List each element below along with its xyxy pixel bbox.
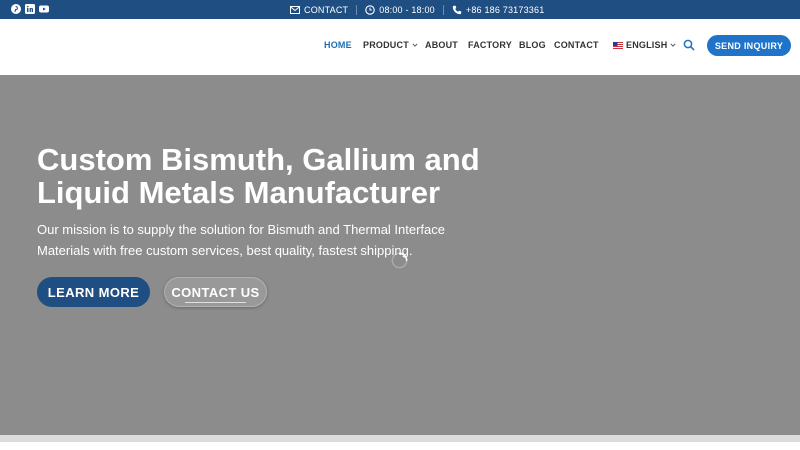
hero-banner: Custom Bismuth, Gallium and Liquid Metal…: [0, 75, 800, 435]
nav-item-about[interactable]: ABOUT: [425, 40, 458, 50]
opening-hours: 08:00 - 18:00: [365, 5, 435, 15]
search-icon[interactable]: [683, 39, 695, 51]
send-inquiry-button[interactable]: SEND INQUIRY: [707, 35, 791, 56]
button-underline: [185, 302, 246, 303]
divider: [356, 4, 358, 15]
nav-item-home[interactable]: HOME: [324, 40, 352, 50]
social-links: [11, 4, 49, 14]
linkedin-icon[interactable]: [25, 4, 35, 14]
pinterest-icon[interactable]: [11, 4, 21, 14]
mail-icon: [290, 5, 300, 14]
phone-link[interactable]: +86 186 73173361: [452, 5, 545, 15]
divider: [442, 4, 444, 15]
youtube-icon[interactable]: [39, 4, 49, 14]
nav-item-label: CONTACT: [554, 40, 599, 50]
nav-item-label: FACTORY: [468, 40, 512, 50]
nav-item-label: BLOG: [519, 40, 546, 50]
site-header: HOME PRODUCT ABOUT FACTORY BLOG CONTACT: [0, 19, 800, 75]
clock-icon: [365, 4, 375, 15]
top-contact-info: CONTACT 08:00 - 18:00 +86 186 73173361: [290, 0, 544, 19]
hero-subtitle: Our mission is to supply the solution fo…: [37, 222, 446, 258]
us-flag-icon: [613, 41, 623, 49]
contact-us-button[interactable]: CONTACT US: [164, 277, 267, 307]
nav-item-factory[interactable]: FACTORY: [468, 40, 512, 50]
phone-number: +86 186 73173361: [465, 4, 545, 15]
hero-title: Custom Bismuth, Gallium and Liquid Metal…: [37, 142, 480, 210]
language-switcher[interactable]: ENGLISH: [613, 40, 676, 50]
top-bar: CONTACT 08:00 - 18:00 +86 186 73173361: [0, 0, 800, 19]
hours-text: 08:00 - 18:00: [379, 4, 435, 15]
chevron-down-icon: [412, 43, 418, 47]
nav-item-label: PRODUCT: [363, 40, 409, 50]
language-label: ENGLISH: [626, 40, 668, 50]
chevron-down-icon: [670, 43, 676, 47]
loading-spinner-icon: [391, 252, 408, 269]
learn-more-button[interactable]: LEARN MORE: [37, 277, 150, 307]
section-divider: [0, 435, 800, 442]
contact-us-label: CONTACT US: [171, 284, 260, 300]
top-contact-link[interactable]: CONTACT: [290, 5, 348, 15]
learn-more-label: LEARN MORE: [47, 284, 140, 300]
nav-item-product[interactable]: PRODUCT: [363, 40, 418, 50]
nav-item-blog[interactable]: BLOG: [519, 40, 546, 50]
nav-item-contact[interactable]: CONTACT: [554, 40, 599, 50]
nav-item-label: ABOUT: [425, 40, 458, 50]
nav-item-label: HOME: [324, 40, 352, 50]
phone-icon: [452, 5, 462, 14]
top-contact-label: CONTACT: [304, 4, 349, 15]
content-below: [0, 442, 800, 450]
